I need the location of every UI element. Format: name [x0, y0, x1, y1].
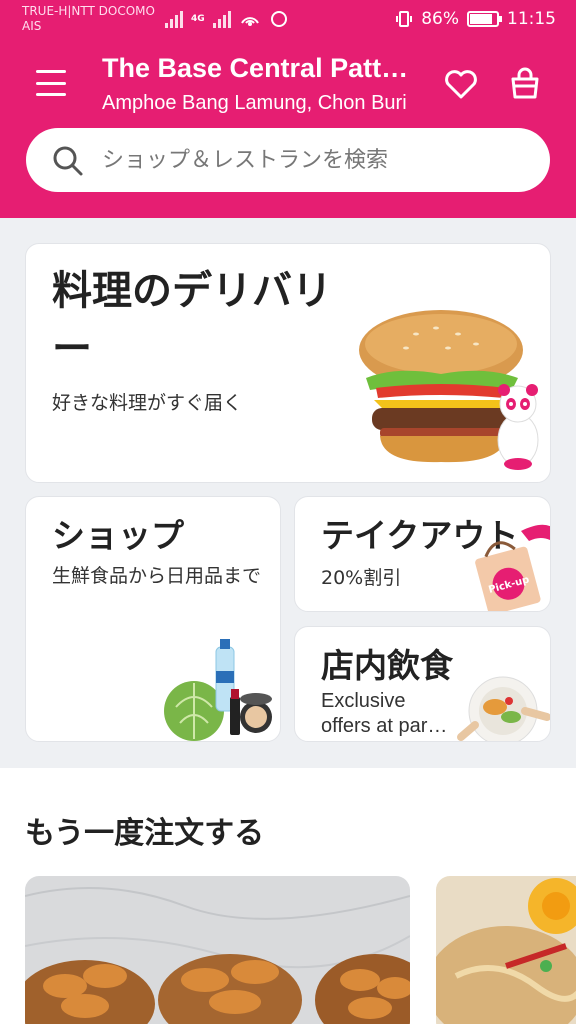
network-type-label: 4G	[191, 13, 205, 24]
dining-plate-illustration	[457, 676, 550, 741]
signal-icons: 4G	[165, 9, 289, 29]
shop-card[interactable]: ショップ 生鮮食品から日用品まで	[25, 496, 281, 742]
reorder-item-card-2[interactable]	[436, 876, 576, 1024]
burger-illustration	[359, 310, 539, 470]
status-bar: TRUE-H|NTT DOCOMO AIS 4G 86% 11:15	[0, 0, 576, 40]
dine-in-desc: Exclusive offers at partner restaurants	[321, 689, 451, 739]
heart-icon[interactable]	[444, 68, 478, 100]
dine-in-title: 店内飲食	[321, 646, 453, 685]
hotspot-icon	[240, 17, 259, 26]
food-delivery-card[interactable]: 料理のデリバリー 好きな料理がすぐ届く	[25, 243, 551, 483]
dine-in-desc-line-1: Exclusive	[321, 690, 406, 712]
battery-percent: 86%	[421, 9, 459, 29]
app-header: The Base Central Pattaya Amphoe Bang Lam…	[0, 40, 576, 218]
takeaway-card[interactable]: テイクアウト 20%割引 Pick-up	[294, 496, 551, 612]
search-bar[interactable]	[26, 128, 550, 192]
vibrate-icon	[396, 11, 413, 27]
search-icon	[53, 146, 83, 176]
status-right: 86% 11:15	[395, 9, 556, 29]
shop-desc: 生鮮食品から日用品まで	[52, 565, 262, 587]
reorder-heading: もう一度注文する	[25, 816, 265, 851]
shop-title: ショップ	[52, 516, 184, 555]
reorder-section: もう一度注文する	[0, 768, 576, 1024]
dine-in-desc-line-2: offers at partner restaurants	[321, 715, 451, 737]
clock: 11:15	[507, 9, 556, 29]
menu-icon[interactable]	[36, 70, 66, 96]
signal-strength-icon-2	[212, 10, 231, 28]
signal-strength-icon	[165, 10, 183, 28]
takeaway-desc: 20%割引	[321, 567, 402, 589]
carrier-label: TRUE-H|NTT DOCOMO AIS	[22, 4, 155, 34]
reorder-item-card[interactable]	[25, 876, 410, 1024]
croissant-photo	[25, 876, 410, 1024]
search-input[interactable]	[102, 140, 522, 180]
pickup-bag-illustration: Pick-up	[475, 524, 550, 611]
food-delivery-title: 料理のデリバリー	[52, 268, 332, 372]
sync-icon	[270, 11, 287, 27]
dine-in-card[interactable]: 店内飲食 Exclusive offers at partner restaur…	[294, 626, 551, 742]
panda-mascot-icon	[497, 384, 539, 470]
noodle-dish-photo	[436, 876, 576, 1024]
shopping-bag-icon[interactable]	[508, 66, 542, 100]
delivery-address-subtitle[interactable]: Amphoe Bang Lamung, Chon Buri	[102, 92, 407, 115]
food-delivery-desc: 好きな料理がすぐ届く	[52, 392, 243, 414]
delivery-address-title[interactable]: The Base Central Pattaya	[102, 53, 412, 84]
carrier-line-2: AIS	[22, 19, 42, 33]
carrier-line-1: TRUE-H|NTT DOCOMO	[22, 4, 155, 18]
battery-icon	[467, 11, 502, 27]
groceries-illustration	[164, 639, 272, 741]
